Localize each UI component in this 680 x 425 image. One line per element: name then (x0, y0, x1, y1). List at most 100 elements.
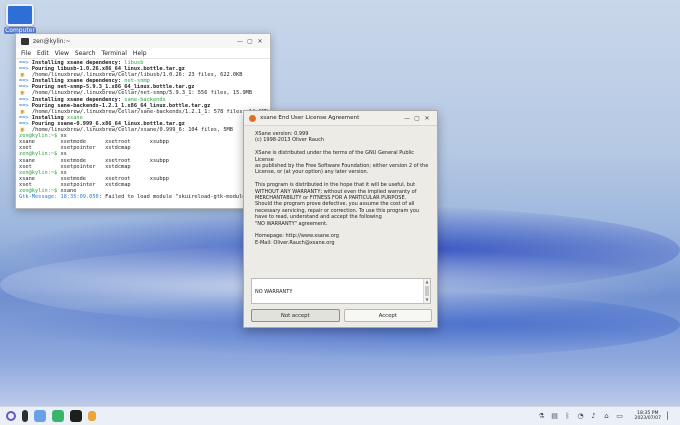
scrollbar[interactable]: ▲ ▼ (423, 279, 430, 303)
terminal-text: libusb (124, 60, 144, 66)
terminal-text: /home/linuxbrew/.linuxbrew/Cellar/net-sn… (31, 90, 253, 97)
license-line: This program is distributed in the hope … (255, 182, 416, 189)
menu-search[interactable]: Search (75, 50, 96, 57)
terminal-text: xset xsetpointer xstdcmap (19, 181, 131, 188)
terminal-text: Gtk-Message: (19, 194, 61, 201)
volume-icon[interactable]: ♪ (590, 412, 598, 420)
battery-icon[interactable]: ▭ (616, 412, 624, 420)
xsane-taskbar-icon[interactable] (88, 411, 96, 421)
terminal-text: net-snmp (124, 78, 150, 85)
show-desktop-icon[interactable]: ▏ (666, 412, 674, 420)
license-line: License, or (at your option) any later v… (255, 169, 369, 176)
license-textbox-content: NO WARRANTY (255, 289, 293, 295)
terminal-text: ==> (19, 60, 32, 66)
not-accept-button[interactable]: Not accept (251, 309, 340, 322)
minimize-icon[interactable]: — (235, 38, 245, 45)
license-paragraph: This program is distributed in the hope … (255, 182, 429, 227)
license-dialog[interactable]: xsane End User License Agreement — ▢ ✕ X… (243, 110, 438, 328)
clock-date: 2023/07/07 (634, 416, 661, 421)
terminal-text: /home/linuxbrew/.linuxbrew/Cellar/sane-b… (31, 108, 268, 115)
scroll-thumb[interactable] (425, 286, 429, 296)
terminal-text: sane-backends (124, 96, 166, 103)
terminal-text: xsane xsetmode xsetroot xsubpp (19, 157, 169, 164)
terminal-text: 18:35:09.050 (60, 194, 99, 201)
terminal-text: ==> (19, 78, 32, 85)
dialog-buttons: Not accept Accept (251, 309, 432, 322)
menu-view[interactable]: View (55, 50, 69, 57)
close-icon[interactable]: ✕ (422, 115, 432, 122)
license-paragraph: XSane version: 0.999 (c) 1998-2013 Oliver… (255, 131, 429, 144)
terminal-text: xs (60, 151, 67, 158)
terminal-text: 🍺 (19, 127, 32, 134)
minimize-icon[interactable]: — (402, 115, 412, 122)
license-line: E-Mail: Oliver.Rauch@xsane.org (255, 239, 335, 246)
dialog-title: xsane End User License Agreement (260, 115, 360, 121)
network-status-icon[interactable]: ⌂ (603, 412, 611, 420)
terminal-menubar: File Edit View Search Terminal Help (16, 48, 270, 59)
terminal-text: xsane xsetmode xsetroot xsubpp (19, 139, 169, 146)
terminal-text: 🍺 (19, 72, 32, 79)
terminal-icon (21, 37, 29, 45)
maximize-icon[interactable]: ▢ (412, 115, 422, 122)
license-paragraph: XSane is distributed under the terms of … (255, 150, 429, 176)
terminal-taskbar-icon[interactable] (70, 410, 82, 422)
dialog-titlebar[interactable]: xsane End User License Agreement — ▢ ✕ (244, 111, 437, 126)
terminal-text: zen@kylin:~$ (19, 169, 61, 176)
terminal-text: /home/linuxbrew/.linuxbrew/Cellar/xsane/… (31, 127, 233, 134)
multitask-icon[interactable] (22, 410, 28, 422)
license-paragraph: Homepage: http://www.xsane.org E-Mail: Ol… (255, 233, 429, 246)
maximize-icon[interactable]: ▢ (245, 38, 255, 45)
terminal-text: ==> (19, 114, 32, 121)
terminal-text: : Failed to load module "skuireload-gtk-… (98, 194, 249, 201)
xsane-icon (249, 114, 256, 122)
terminal-text: Installing xsane dependency: (31, 78, 125, 85)
network-icon[interactable]: ▤ (551, 412, 559, 420)
clock[interactable]: 18:35 PM 2023/07/07 (635, 411, 661, 422)
terminal-text: ==> (19, 102, 32, 109)
terminal-text: xset xsetpointer xstdcmap (19, 163, 131, 170)
terminal-output[interactable]: ==> Installing xsane dependency: libusb =… (16, 59, 270, 209)
start-menu-icon[interactable] (6, 411, 16, 421)
menu-help[interactable]: Help (133, 50, 147, 57)
desktop-icon-computer[interactable]: Computer (4, 4, 36, 34)
terminal-text: Pouring sane-backends-1.2.1_1.x86_64_lin… (31, 102, 211, 109)
terminal-line: Gtk-Message: 18:35:09.050: Failed to loa… (19, 194, 267, 200)
license-line: "NO WARRANTY" agreement. (255, 220, 328, 227)
software-store-icon[interactable] (52, 410, 64, 422)
notification-icon[interactable]: ◔ (577, 412, 585, 420)
license-line: XSane is distributed under the terms of … (255, 150, 415, 163)
terminal-text: 🍺 (19, 90, 32, 97)
bluetooth-icon[interactable]: ᛒ (564, 412, 572, 420)
terminal-text: zen@kylin:~$ (19, 133, 61, 140)
terminal-text: Installing xsane dependency: (31, 96, 125, 103)
computer-icon (6, 4, 34, 26)
license-text: XSane version: 0.999 (c) 1998-2013 Oliver… (244, 126, 437, 246)
terminal-text: 🍺 (19, 108, 32, 115)
scroll-up-icon[interactable]: ▲ (424, 279, 430, 285)
terminal-text: xsane (66, 114, 83, 121)
terminal-text: zen@kylin:~$ (19, 187, 61, 194)
scroll-down-icon[interactable]: ▼ (424, 297, 430, 303)
terminal-text: Installing (31, 114, 67, 121)
menu-edit[interactable]: Edit (37, 50, 49, 57)
menu-terminal[interactable]: Terminal (102, 50, 127, 57)
terminal-text: zen@kylin:~$ (19, 151, 61, 158)
accept-button[interactable]: Accept (343, 309, 432, 322)
terminal-text: ==> (19, 96, 32, 103)
terminal-text: xsane xsetmode xsetroot xsubpp (19, 175, 169, 182)
taskbar: ⚗ ▤ ᛒ ◔ ♪ ⌂ ▭ 18:35 PM 2023/07/07 ▏ (0, 406, 680, 425)
terminal-title: zen@kylin:~ (33, 37, 71, 45)
terminal-text: xs (60, 169, 67, 176)
terminal-window[interactable]: zen@kylin:~ — ▢ ✕ File Edit View Search … (15, 33, 271, 209)
close-icon[interactable]: ✕ (255, 38, 265, 45)
menu-file[interactable]: File (21, 50, 31, 57)
terminal-text: xsane (60, 187, 77, 194)
terminal-text: xset xsetpointer xstdcmap (19, 145, 131, 152)
license-line: Should the program prove defective, you … (255, 201, 415, 208)
license-textbox[interactable]: NO WARRANTY ▲ ▼ (251, 278, 431, 304)
input-method-icon[interactable]: ⚗ (538, 412, 546, 420)
license-line: (c) 1998-2013 Oliver Rauch (255, 137, 324, 144)
terminal-titlebar[interactable]: zen@kylin:~ — ▢ ✕ (16, 34, 270, 48)
file-manager-icon[interactable] (34, 410, 46, 422)
terminal-text: xs (60, 133, 67, 140)
